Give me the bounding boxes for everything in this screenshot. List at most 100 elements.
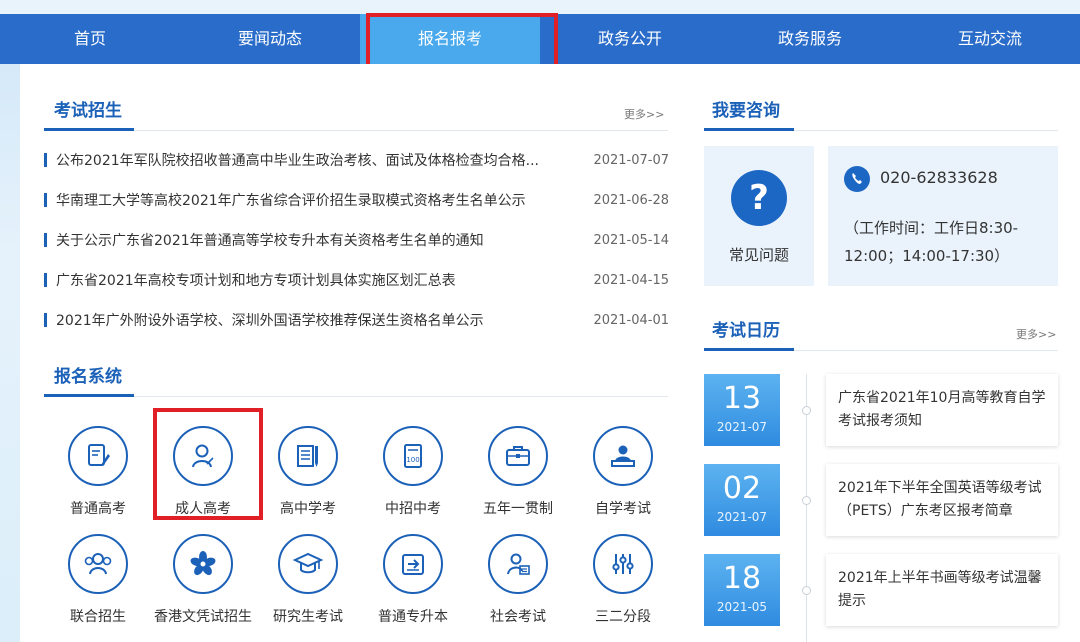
calendar-date: 02 2021-07	[704, 464, 780, 536]
system-item-label: 五年一贯制	[483, 501, 553, 517]
calendar-day: 18	[722, 561, 762, 596]
adult-person-icon	[173, 426, 233, 486]
section-underline	[704, 348, 794, 351]
more-link-exam-admission[interactable]: 更多>>	[624, 106, 664, 122]
timeline-dot	[802, 586, 811, 595]
system-item-high-school-exam[interactable]: 高中学考	[258, 426, 358, 522]
news-item[interactable]: 关于公示广东省2021年普通高等学校专升本有关资格考生名单的通知 2021-05…	[44, 230, 669, 250]
system-item-label: 普通高考	[70, 501, 126, 517]
news-title[interactable]: 广东省2021年高校专项计划和地方专项计划具体实施区划汇总表	[56, 270, 585, 290]
section-underline	[704, 128, 794, 131]
system-item-label: 三二分段	[595, 609, 651, 625]
nav-item-interaction[interactable]: 互动交流	[900, 14, 1080, 64]
system-item-self-study-exam[interactable]: 自学考试	[573, 426, 673, 522]
section-divider	[44, 396, 668, 397]
system-item-joint-admission[interactable]: 联合招生	[48, 534, 148, 630]
system-item-label: 社会考试	[490, 609, 546, 625]
system-item-social-exam[interactable]: 社会考试	[468, 534, 568, 630]
calendar-day: 02	[722, 471, 762, 506]
document-pencil-icon	[278, 426, 338, 486]
svg-text:100: 100	[406, 456, 419, 464]
news-title[interactable]: 关于公示广东省2021年普通高等学校专升本有关资格考生名单的通知	[56, 230, 585, 250]
section-title-consult: 我要咨询	[712, 101, 780, 121]
news-item[interactable]: 华南理工大学等高校2021年广东省综合评价招生录取模式资格考生名单公示 2021…	[44, 190, 669, 210]
nav-item-home[interactable]: 首页	[0, 14, 180, 64]
system-item-label: 研究生考试	[273, 609, 343, 625]
working-hours: （工作时间：工作日8:30- 12:00；14:00-17:30）	[844, 214, 1018, 270]
phone-number: 020-62833628	[880, 168, 998, 187]
calendar-event[interactable]: 广东省2021年10月高等教育自学考试报考须知	[826, 374, 1058, 446]
news-marker	[44, 313, 47, 327]
system-item-label: 高中学考	[280, 501, 336, 517]
news-date: 2021-07-07	[593, 152, 669, 168]
person-card-icon	[488, 534, 548, 594]
news-title[interactable]: 华南理工大学等高校2021年广东省综合评价招生录取模式资格考生名单公示	[56, 190, 585, 210]
news-item[interactable]: 公布2021年军队院校招收普通高中毕业生政治考核、面试及体格检查均合格... 2…	[44, 150, 669, 170]
news-marker	[44, 193, 47, 207]
system-item-three-two-stage[interactable]: 三二分段	[573, 534, 673, 630]
news-item[interactable]: 2021年广外附设外语学校、深圳外国语学校推荐保送生资格名单公示 2021-04…	[44, 310, 669, 330]
calendar-month: 2021-07	[716, 510, 768, 524]
system-item-graduate-exam[interactable]: 研究生考试	[258, 534, 358, 630]
faq-label: 常见问题	[728, 246, 789, 264]
top-strip	[0, 0, 1080, 14]
nav-item-government-services[interactable]: 政务服务	[720, 14, 900, 64]
news-date: 2021-04-01	[593, 312, 669, 328]
news-marker	[44, 273, 47, 287]
news-date: 2021-04-15	[593, 272, 669, 288]
news-item[interactable]: 广东省2021年高校专项计划和地方专项计划具体实施区划汇总表 2021-04-1…	[44, 270, 669, 290]
more-link-exam-calendar[interactable]: 更多>>	[1016, 326, 1056, 342]
score-sheet-icon: 100	[383, 426, 443, 486]
main-nav: 首页 要闻动态 报名报考 政务公开 政务服务 互动交流	[0, 14, 1080, 64]
bauhinia-flower-icon	[173, 534, 233, 594]
system-item-general-exam[interactable]: 普通高考	[48, 426, 148, 522]
briefcase-icon	[488, 426, 548, 486]
news-title[interactable]: 2021年广外附设外语学校、深圳外国语学校推荐保送生资格名单公示	[56, 310, 585, 330]
calendar-month: 2021-07	[716, 420, 768, 434]
exam-paper-pen-icon	[68, 426, 128, 486]
system-item-middle-school-exam[interactable]: 100 中招中考	[363, 426, 463, 522]
calendar-month: 2021-05	[716, 600, 768, 614]
working-hours-line: （工作时间：工作日8:30-	[844, 219, 1019, 237]
timeline-dot	[802, 496, 811, 505]
section-divider	[44, 130, 668, 131]
system-item-hkdse-admission[interactable]: 香港文凭试招生	[153, 534, 253, 630]
calendar-event[interactable]: 2021年上半年书画等级考试温馨提示	[826, 554, 1058, 626]
main-content: 考试招生 更多>> 公布2021年军队院校招收普通高中毕业生政治考核、面试及体格…	[20, 64, 1080, 642]
graduation-cap-icon	[278, 534, 338, 594]
system-item-label: 香港文凭试招生	[154, 609, 252, 625]
person-laptop-icon	[593, 426, 653, 486]
section-underline	[44, 394, 134, 397]
system-item-label: 普通专升本	[378, 609, 448, 625]
system-item-five-year-program[interactable]: 五年一贯制	[468, 426, 568, 522]
phone-icon	[844, 166, 870, 192]
nav-item-government-affairs[interactable]: 政务公开	[540, 14, 720, 64]
faq-box[interactable]: ? 常见问题	[704, 146, 814, 286]
question-icon: ?	[731, 170, 787, 226]
phone-box: 020-62833628 （工作时间：工作日8:30- 12:00；14:00-…	[828, 146, 1058, 286]
nav-item-news[interactable]: 要闻动态	[180, 14, 360, 64]
section-title-exam-admission: 考试招生	[54, 101, 122, 121]
sliders-icon	[593, 534, 653, 594]
news-date: 2021-06-28	[593, 192, 669, 208]
system-item-label: 联合招生	[70, 609, 126, 625]
system-item-upgrade-bachelor[interactable]: 普通专升本	[363, 534, 463, 630]
system-item-label: 中招中考	[385, 501, 441, 517]
nav-item-registration[interactable]: 报名报考	[360, 14, 540, 64]
section-title-exam-calendar: 考试日历	[712, 321, 780, 341]
calendar-day: 13	[722, 381, 762, 416]
working-hours-line: 12:00；14:00-17:30）	[844, 247, 1010, 265]
section-title-registration-system: 报名系统	[54, 367, 122, 387]
timeline-dot	[802, 406, 811, 415]
system-item-label: 自学考试	[595, 501, 651, 517]
system-item-adult-exam[interactable]: 成人高考	[153, 426, 253, 522]
news-marker	[44, 233, 47, 247]
news-title[interactable]: 公布2021年军队院校招收普通高中毕业生政治考核、面试及体格检查均合格...	[56, 150, 585, 170]
news-marker	[44, 153, 47, 167]
calendar-date: 18 2021-05	[704, 554, 780, 626]
calendar-event[interactable]: 2021年下半年全国英语等级考试（PETS）广东考区报考简章	[826, 464, 1058, 536]
calendar-date: 13 2021-07	[704, 374, 780, 446]
upgrade-arrow-icon	[383, 534, 443, 594]
system-item-label: 成人高考	[175, 501, 231, 517]
section-underline	[44, 128, 134, 131]
